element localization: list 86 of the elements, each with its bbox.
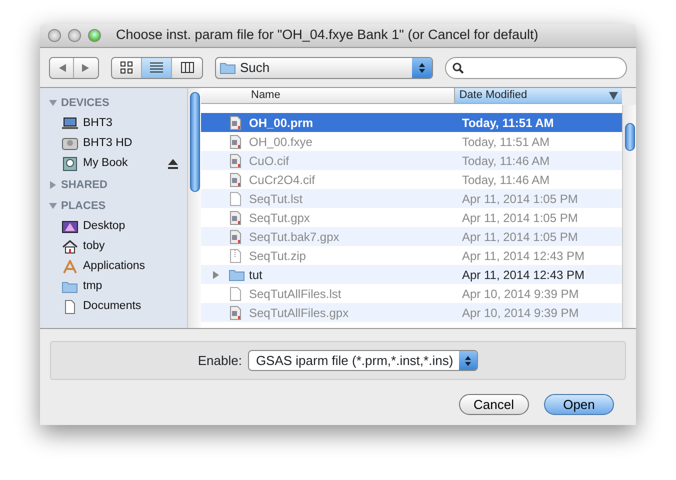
- hard-drive-icon: [62, 138, 78, 150]
- file-name: SeqTut.zip: [249, 248, 306, 264]
- document-icon: [230, 172, 241, 186]
- file-name: OH_00.fxye: [249, 134, 312, 150]
- sidebar-item[interactable]: My Book: [40, 154, 187, 174]
- file-date: Today, 11:51 AM: [461, 134, 550, 150]
- file-row[interactable]: tut Apr 11, 2014 12:43 PM: [201, 265, 622, 284]
- file-name: SeqTutAllFiles.lst: [249, 286, 342, 302]
- file-date: Today, 11:46 AM: [461, 172, 550, 188]
- disclosure-closed-icon[interactable]: [211, 270, 221, 280]
- document-icon: [230, 192, 241, 206]
- sidebar-section-header: SHARED: [61, 178, 108, 192]
- file-type-dropdown[interactable]: GSAS iparm file (*.prm,*.inst,*.ins): [248, 350, 478, 371]
- sidebar-section-header: DEVICES: [61, 96, 110, 111]
- desktop-icon: [62, 220, 78, 232]
- laptop-icon: [62, 117, 78, 128]
- sidebar-item[interactable]: BHT3: [40, 114, 187, 134]
- sidebar-item[interactable]: toby: [40, 236, 187, 256]
- file-row[interactable]: OH_00.prm Today, 11:51 AM: [201, 113, 622, 132]
- document-icon: [65, 300, 75, 314]
- window-title: Choose inst. param file for "OH_04.fxye Bank 1" (or Cancel for default): [116, 26, 538, 44]
- sidebar-item[interactable]: Desktop: [40, 216, 187, 236]
- column-header[interactable]: Date Modified: [454, 88, 622, 103]
- sidebar-scrollbar[interactable]: [187, 88, 201, 328]
- zoom-button[interactable]: [88, 29, 101, 42]
- file-date: Today, 11:51 AM: [461, 114, 554, 132]
- back-icon: [56, 62, 66, 72]
- file-date: Apr 10, 2014 9:39 PM: [461, 304, 579, 322]
- file-name: SeqTut.lst: [249, 190, 303, 208]
- location-dropdown[interactable]: Such: [215, 56, 433, 78]
- file-date: Today, 11:46 AM: [461, 152, 550, 170]
- eject-icon[interactable]: [167, 158, 179, 168]
- document-icon: [230, 230, 241, 244]
- stepper-icon: [418, 62, 426, 74]
- sort-icon: [609, 92, 618, 100]
- list-scrollbar[interactable]: [622, 105, 636, 328]
- open-button[interactable]: Open: [544, 394, 614, 415]
- file-name: CuO.cif: [249, 152, 290, 170]
- folder-icon: [229, 270, 244, 280]
- view-switcher[interactable]: [111, 56, 203, 78]
- file-name: SeqTutAllFiles.gpx: [249, 304, 349, 322]
- search-field[interactable]: [444, 56, 627, 78]
- folder-icon: [220, 61, 236, 74]
- file-date: Apr 11, 2014 1:05 PM: [461, 228, 578, 246]
- sidebar-item[interactable]: BHT3 HD: [40, 134, 187, 154]
- list-view-icon: [150, 62, 163, 72]
- file-name: CuCr2O4.cif: [249, 172, 316, 188]
- document-icon: [230, 286, 241, 300]
- list-view-button[interactable]: [142, 58, 172, 78]
- icon-view-icon: [120, 62, 132, 74]
- document-icon: [230, 134, 241, 148]
- file-name: OH_00.prm: [249, 114, 314, 132]
- sidebar-item[interactable]: Documents: [40, 296, 187, 316]
- column-view-icon: [180, 62, 194, 73]
- zip-file-icon: [230, 248, 241, 262]
- disclosure-closed-icon[interactable]: [48, 180, 58, 190]
- document-icon: [230, 306, 241, 320]
- external-drive-icon: [63, 156, 77, 170]
- document-icon: [230, 116, 241, 130]
- navigation-control[interactable]: [49, 56, 99, 78]
- sidebar-item[interactable]: tmp: [40, 276, 187, 296]
- house-icon: [62, 240, 78, 253]
- file-date: Apr 11, 2014 12:43 PM: [461, 248, 585, 264]
- disclosure-open-icon[interactable]: [48, 201, 58, 212]
- column-header[interactable]: Name: [201, 88, 454, 103]
- file-name: SeqTut.gpx: [249, 210, 310, 226]
- file-name: SeqTut.bak7.gpx: [249, 228, 340, 246]
- search-icon: [452, 62, 464, 74]
- file-name: tut: [249, 266, 262, 284]
- sidebar-section-header: PLACES: [61, 199, 106, 214]
- file-date: Apr 11, 2014 1:05 PM: [461, 210, 578, 226]
- minimize-button[interactable]: [68, 29, 81, 42]
- close-button[interactable]: [48, 29, 61, 42]
- document-icon: [230, 210, 241, 224]
- file-date: Apr 10, 2014 9:39 PM: [461, 286, 579, 302]
- sidebar-item[interactable]: Applications: [40, 256, 187, 276]
- file-date: Apr 11, 2014 1:05 PM: [461, 190, 578, 208]
- filter-label: Enable:: [198, 352, 242, 370]
- forward-icon: [81, 62, 91, 72]
- cancel-button[interactable]: Cancel: [458, 394, 529, 415]
- stepper-icon: [464, 354, 472, 366]
- file-date: Apr 11, 2014 12:43 PM: [461, 266, 585, 284]
- document-icon: [230, 154, 241, 168]
- disclosure-open-icon[interactable]: [48, 98, 58, 108]
- folder-icon: [62, 282, 78, 292]
- applications-icon: [63, 260, 77, 274]
